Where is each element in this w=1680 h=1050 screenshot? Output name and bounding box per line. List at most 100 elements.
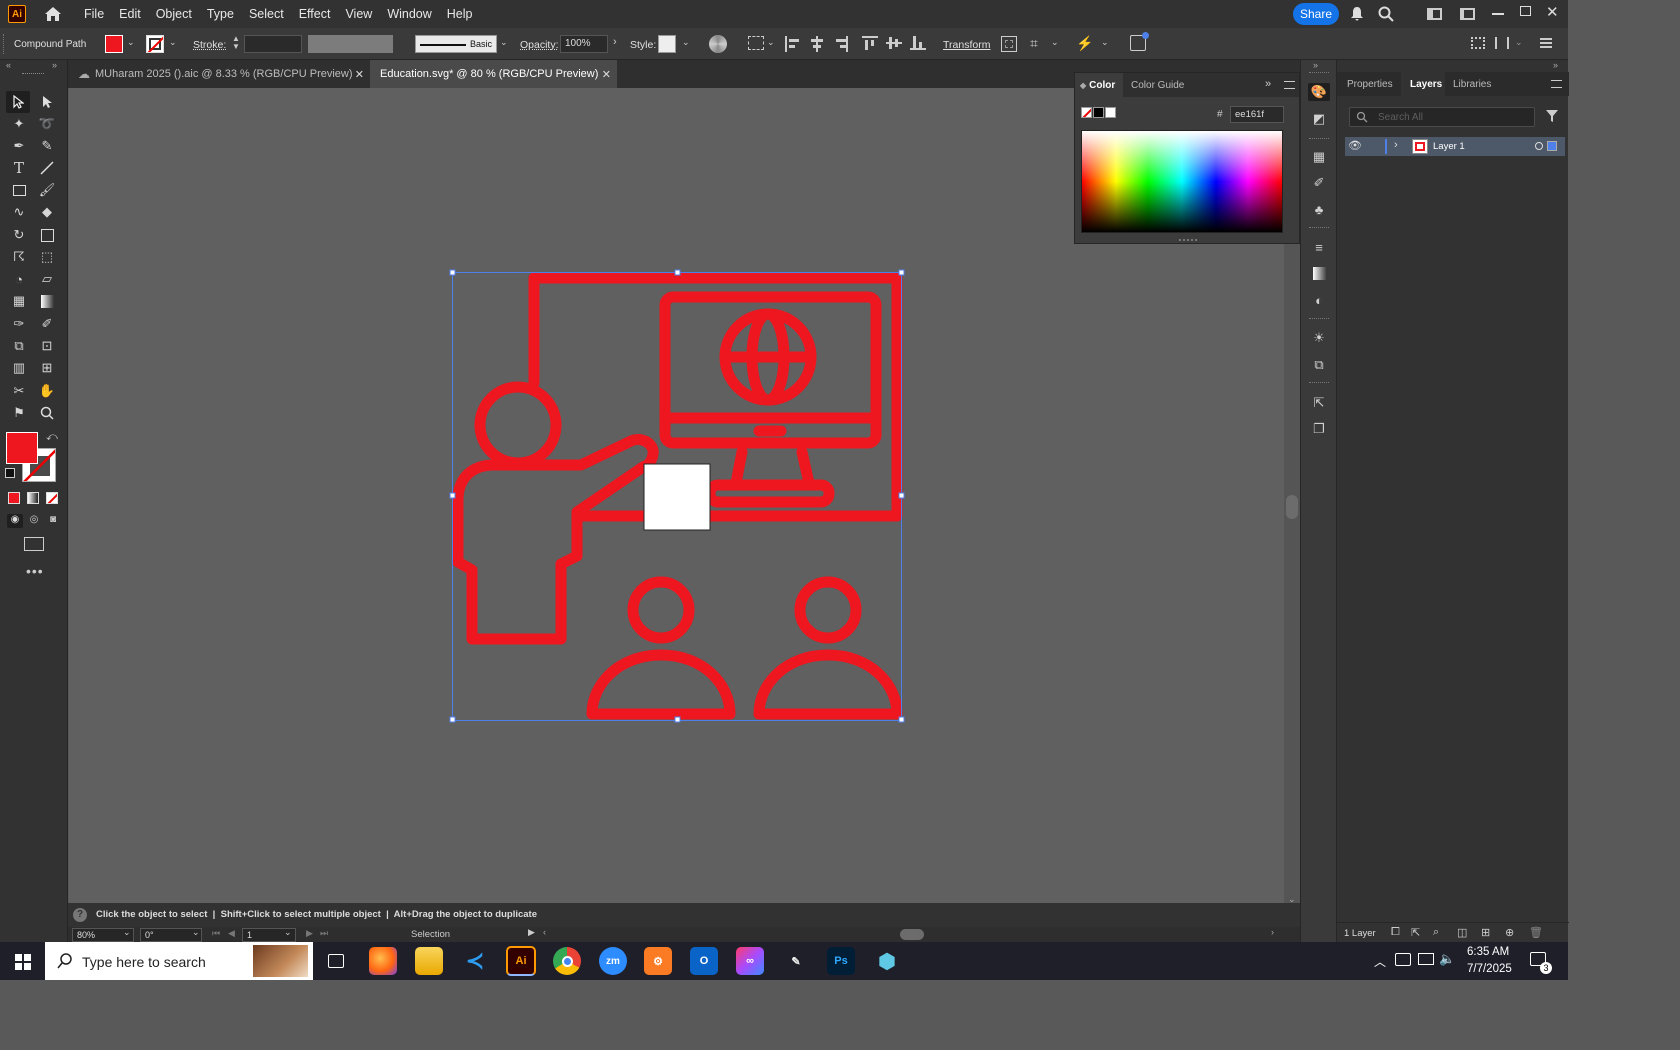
search-icon[interactable] [1378,6,1394,22]
menu-help[interactable]: Help [447,7,473,21]
screen-mode-icon[interactable] [24,537,44,551]
graphic-style-swatch[interactable] [658,35,676,53]
swap-fill-stroke-icon[interactable]: ⤺ [46,431,58,444]
selection-tool-icon[interactable] [6,91,30,113]
type-tool-icon[interactable]: T [10,159,28,177]
pen-tool-icon[interactable]: ✒ [10,137,28,155]
tab-color-guide[interactable]: Color Guide [1131,80,1184,91]
filter-icon[interactable] [1546,110,1558,125]
menu-type[interactable]: Type [207,7,234,21]
export-icon[interactable]: ⇱ [1411,926,1420,939]
firefox-icon[interactable] [369,947,397,975]
layer-row[interactable]: 👁 › Layer 1 [1345,137,1565,156]
layers-search[interactable]: Search All [1349,107,1535,127]
align-to-icon[interactable] [748,36,764,50]
chevron-down-icon[interactable]: ⌄ [123,927,131,938]
bell-icon[interactable] [1350,6,1364,22]
panel-menu-icon[interactable] [1551,80,1562,88]
column-graph-tool-icon[interactable]: ▥ [10,359,28,377]
minimize-button[interactable] [1492,13,1504,15]
volume-icon[interactable]: 🔈 [1439,951,1455,967]
symbol-sprayer-tool-icon[interactable]: ⊡ [38,337,56,355]
search-icon[interactable]: ⌕ [1433,926,1439,939]
perspective-grid-tool-icon[interactable]: ▱ [38,270,56,288]
illustrator-icon[interactable]: Ai [506,946,536,976]
tab-muharam-2025[interactable]: ☁ MUharam 2025 ().aic @ 8.33 % (RGB/CPU … [68,60,370,88]
home-icon[interactable] [44,6,62,22]
eyedropper-tool-icon[interactable]: ✑ [10,315,28,333]
layer-name[interactable]: Layer 1 [1433,141,1465,152]
align-horizontal-center-icon[interactable] [810,36,824,52]
stroke-weight-field[interactable] [244,35,302,53]
first-artboard-icon[interactable]: ⏮ [212,928,220,939]
default-fill-stroke-icon[interactable] [5,468,15,478]
fill-swatch[interactable] [105,35,123,53]
artboards-panel-icon[interactable]: ❐ [1310,420,1328,438]
swatches-icon[interactable]: ▦ [1310,148,1328,166]
transparency-panel-icon[interactable]: ◐ [1310,291,1328,309]
direct-selection-tool-icon[interactable] [38,93,56,111]
chevron-right-icon[interactable]: ▶ [528,927,535,938]
isolate-icon[interactable] [1001,36,1017,52]
draw-behind-icon[interactable]: ◎ [27,514,41,528]
arrange-icon[interactable] [1471,37,1485,49]
workspace-switcher-icon[interactable] [1460,8,1475,20]
chevron-down-icon[interactable]: ⌄ [767,37,775,48]
color-mode-button[interactable] [8,492,20,504]
warp-tool-icon[interactable]: ☈ [10,248,28,266]
free-transform-tool-icon[interactable]: ⬚ [38,248,56,266]
lasso-tool-icon[interactable]: ➰ [38,115,56,133]
photoshop-icon[interactable]: Ps [827,947,855,975]
color-guide-icon[interactable]: ◩ [1310,110,1328,128]
transform-button[interactable]: Transform [943,39,990,51]
chevron-down-icon[interactable]: ⌄ [1051,37,1059,48]
chevron-down-icon[interactable]: ⌄ [192,927,200,938]
stroke-panel-icon[interactable]: ≡ [1310,238,1328,256]
brush-definition-dropdown[interactable]: Basic [415,35,497,53]
chevron-down-icon[interactable]: ⌄ [284,927,292,938]
stroke-swatch[interactable] [146,35,164,53]
gradient-mode-button[interactable] [27,492,39,504]
panel-resize-grip[interactable] [1179,239,1197,241]
horizontal-scrollbar-thumb[interactable] [900,929,924,940]
hex-input[interactable]: ee161f [1230,106,1284,123]
shape-builder-tool-icon[interactable]: ◔ [10,270,28,288]
black-swatch[interactable] [1093,107,1104,118]
graphic-styles-icon[interactable]: ⧉ [1310,356,1328,374]
outlook-icon[interactable]: O [690,947,718,975]
target-icon[interactable] [1535,142,1543,150]
clipping-mask-icon[interactable]: ◫ [1457,926,1467,939]
artboard-tool-icon[interactable]: ⊞ [38,359,56,377]
chevron-right-icon[interactable]: › [613,36,617,48]
draw-normal-icon[interactable]: ◉ [7,514,23,528]
collect-for-export-icon[interactable]: ⧠ [1391,926,1400,939]
share-button[interactable]: Share [1293,3,1339,25]
symbols-icon[interactable]: ♣ [1310,200,1328,218]
opacity-field[interactable]: 100% [560,35,608,53]
color-panel-icon[interactable]: 🎨 [1308,83,1330,101]
rectangle-tool-icon[interactable] [10,181,28,199]
last-artboard-icon[interactable]: ⏭ [320,928,328,939]
file-explorer-icon[interactable] [415,947,443,975]
prev-artboard-icon[interactable]: ◀ [228,928,235,939]
chevron-up-icon[interactable]: ︿ [1374,953,1386,970]
tab-properties[interactable]: Properties [1347,79,1393,90]
chevron-down-icon[interactable]: ⌄ [500,37,508,48]
eye-icon[interactable]: 👁 [1348,139,1362,152]
print-tiling-tool-icon[interactable]: ⚑ [10,404,28,422]
scroll-right-icon[interactable]: › [1271,927,1274,937]
eraser-tool-icon[interactable]: ◆ [38,203,56,221]
mesh-tool-icon[interactable]: ▦ [10,292,28,310]
menu-effect[interactable]: Effect [299,7,331,21]
panel-expand-icon[interactable]: » [1265,78,1271,90]
panel-menu-icon[interactable] [1284,81,1295,89]
menu-file[interactable]: File [84,7,104,21]
menu-object[interactable]: Object [156,7,192,21]
onedrive-sync-icon[interactable] [1395,953,1411,966]
tab-color[interactable]: ◆ Color [1075,73,1123,97]
tab-education-svg[interactable]: Education.svg* @ 80 % (RGB/CPU Preview) … [370,60,617,88]
stroke-weight-stepper[interactable]: ▲ ▼ [230,35,242,53]
hamburger-menu-icon[interactable] [1540,38,1552,48]
windows-start-icon[interactable] [15,954,31,970]
align-right-icon[interactable] [834,36,848,52]
